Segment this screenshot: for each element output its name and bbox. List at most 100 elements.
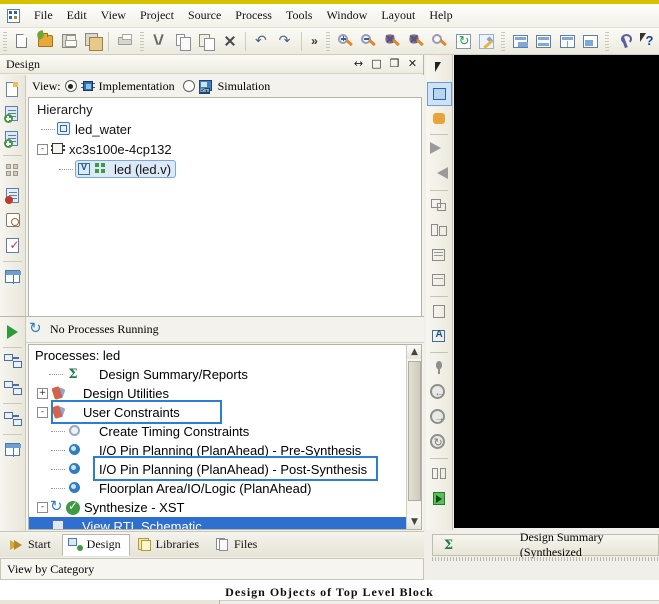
view-option-implementation-label[interactable]: Implementation — [99, 79, 175, 94]
menu-file[interactable]: File — [27, 6, 60, 25]
expander-collapse[interactable]: - — [37, 502, 48, 513]
create-timing-constraints-icon[interactable] — [1, 209, 25, 233]
rerun-all-icon[interactable] — [1, 407, 25, 431]
menu-process[interactable]: Process — [228, 6, 279, 25]
menu-tools[interactable]: Tools — [279, 6, 320, 25]
hierarchy-selection-highlight[interactable]: V led (led.v) — [75, 160, 177, 178]
redo-icon[interactable]: ↷ — [275, 30, 297, 52]
add-source-icon[interactable] — [1, 103, 25, 127]
maximize-icon[interactable]: □ — [370, 57, 383, 70]
tab-libraries[interactable]: Libraries — [132, 534, 208, 556]
view-design-summary-icon[interactable] — [1, 159, 25, 183]
process-row-floorplan-area[interactable]: Floorplan Area/IO/Logic (PlanAhead) — [29, 479, 421, 498]
design-goals-icon[interactable] — [1, 184, 25, 208]
schematic-net-icon[interactable] — [426, 82, 452, 106]
process-row-io-pin-planning-post[interactable]: I/O Pin Planning (PlanAhead) - Post-Synt… — [29, 460, 421, 479]
process-row-user-constraints[interactable]: - User Constraints — [29, 403, 421, 422]
save-all-icon[interactable] — [82, 30, 104, 52]
menu-source[interactable]: Source — [181, 6, 228, 25]
refresh-icon[interactable] — [452, 30, 474, 52]
step-forward-icon[interactable] — [427, 138, 452, 162]
options-wrench-icon[interactable] — [613, 30, 635, 52]
hierarchy-node-led-water[interactable]: led_water — [29, 119, 421, 139]
cut-icon[interactable] — [148, 30, 170, 52]
process-row-create-timing-constraints[interactable]: Create Timing Constraints — [29, 422, 421, 441]
check-syntax-icon[interactable] — [1, 234, 25, 258]
zoom-fit-icon[interactable] — [381, 30, 403, 52]
undo-icon[interactable]: ↶ — [251, 30, 273, 52]
back-navigate-icon[interactable]: ← — [427, 381, 452, 405]
compare-panes-icon[interactable] — [427, 462, 452, 486]
split-sheet-icon[interactable] — [427, 219, 452, 243]
highlight-icon[interactable] — [475, 30, 497, 52]
process-row-synthesize-xst[interactable]: - Synthesize - XST — [29, 497, 421, 517]
design-table-icon[interactable] — [1, 265, 25, 289]
panel-layout-3-icon[interactable] — [556, 30, 578, 52]
save-icon[interactable] — [58, 30, 80, 52]
properties-icon[interactable] — [427, 300, 452, 324]
hierarchy-node-device[interactable]: - xc3s100e-4cp132 — [29, 139, 421, 159]
menu-help[interactable]: Help — [422, 6, 459, 25]
view-option-simulation-label[interactable]: Simulation — [218, 79, 271, 94]
expander-collapse[interactable]: - — [37, 407, 48, 418]
tab-design[interactable]: Design — [61, 533, 130, 556]
report-view-icon[interactable] — [427, 269, 452, 293]
refresh-view-icon[interactable]: ↻ — [427, 431, 452, 455]
toolbar-overflow-button[interactable]: » — [306, 34, 323, 48]
close-icon[interactable]: ✕ — [406, 57, 419, 70]
menu-window[interactable]: Window — [319, 6, 374, 25]
zoom-out-icon[interactable] — [357, 30, 379, 52]
zoom-in-icon[interactable] — [334, 30, 356, 52]
open-schematic-icon[interactable] — [427, 487, 452, 511]
select-pointer-icon[interactable] — [427, 57, 452, 81]
context-help-icon[interactable]: ? — [637, 30, 659, 52]
toolbar-grip-5[interactable] — [605, 31, 609, 51]
menu-project[interactable]: Project — [133, 6, 181, 25]
scroll-up-icon[interactable]: ▲ — [407, 345, 421, 359]
panel-layout-4-icon[interactable] — [579, 30, 601, 52]
processes-scrollbar[interactable]: ▲ ▼ — [406, 345, 421, 529]
scroll-down-icon[interactable]: ▼ — [407, 515, 421, 529]
list-view-icon[interactable] — [427, 244, 452, 268]
processes-tree[interactable]: Processes: led Σ Design Summary/Reports … — [28, 344, 422, 530]
forward-navigate-icon[interactable]: → — [427, 406, 452, 430]
open-project-icon[interactable] — [35, 30, 57, 52]
hierarchy-node-led[interactable]: V led (led.v) — [29, 159, 421, 179]
toolbar-grip-2[interactable] — [139, 31, 144, 51]
menu-edit[interactable]: Edit — [60, 6, 94, 25]
pin-icon[interactable] — [427, 356, 452, 380]
process-row-design-utilities[interactable]: + Design Utilities — [29, 384, 421, 403]
process-properties-icon[interactable] — [1, 376, 25, 400]
new-sheet-icon[interactable] — [427, 194, 452, 218]
add-text-icon[interactable]: A — [427, 325, 452, 349]
expander-collapse[interactable]: - — [37, 143, 48, 155]
tab-design-summary[interactable]: Σ Design Summary (Synthesized — [432, 530, 659, 559]
toolbar-grip-3[interactable] — [325, 31, 330, 51]
radio-implementation[interactable] — [64, 80, 77, 92]
menu-layout[interactable]: Layout — [374, 6, 422, 25]
step-back-icon[interactable] — [427, 163, 452, 187]
tab-start[interactable]: Start — [4, 534, 60, 556]
restore-icon[interactable]: ❐ — [388, 57, 401, 70]
zoom-selection-icon[interactable] — [405, 30, 427, 52]
print-icon[interactable] — [114, 30, 136, 52]
explode-icon[interactable] — [427, 107, 452, 131]
implement-top-module-icon[interactable] — [1, 351, 25, 375]
new-source-icon[interactable] — [1, 78, 25, 102]
process-row-design-summary[interactable]: Σ Design Summary/Reports — [29, 365, 421, 384]
scrollbar-track[interactable] — [407, 359, 421, 515]
run-icon[interactable] — [1, 320, 25, 344]
expander-expand[interactable]: + — [37, 388, 48, 399]
panel-layout-1-icon[interactable] — [509, 30, 531, 52]
tab-files[interactable]: Files — [210, 534, 266, 556]
delete-icon[interactable] — [218, 30, 240, 52]
process-row-view-rtl-schematic[interactable]: View RTL Schematic — [29, 517, 421, 529]
copy-icon[interactable] — [171, 30, 193, 52]
toolbar-grip[interactable] — [3, 31, 7, 51]
radio-simulation[interactable] — [182, 80, 195, 92]
zoom-area-icon[interactable] — [428, 30, 450, 52]
float-icon[interactable]: ↔ — [352, 57, 365, 70]
design-summary-table-icon[interactable] — [1, 438, 25, 462]
menu-view[interactable]: View — [94, 6, 133, 25]
process-row-io-pin-planning-pre[interactable]: I/O Pin Planning (PlanAhead) - Pre-Synth… — [29, 441, 421, 460]
